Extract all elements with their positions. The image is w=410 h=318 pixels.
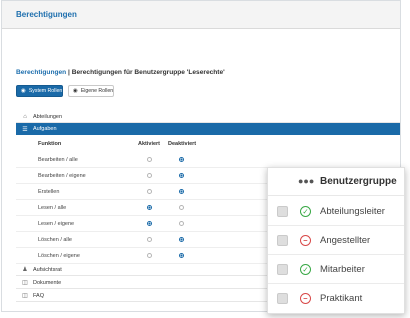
group-item[interactable]: − Angestellter xyxy=(268,226,404,255)
page-title: Berechtigungen xyxy=(16,10,77,19)
group-name: Angestellter xyxy=(320,235,371,246)
deaktiviert-radio[interactable] xyxy=(179,173,184,178)
group-item[interactable]: − Praktikant xyxy=(268,284,404,313)
table-header: Funktion Aktiviert Deaktiviert xyxy=(16,138,400,150)
group-name: Abteilungsleiter xyxy=(320,206,385,217)
overlay-header: ●●● Benutzergruppe xyxy=(268,168,404,196)
user-group-overlay: ●●● Benutzergruppe ✓ Abteilungsleiter − Ang… xyxy=(267,167,405,314)
section-label: Dokumente xyxy=(33,279,62,286)
function-label: Bearbeiten / eigene xyxy=(38,172,86,179)
aktiviert-radio[interactable] xyxy=(147,237,152,242)
building-icon: ⌂ xyxy=(23,113,27,120)
group-checkbox[interactable] xyxy=(277,264,288,275)
group-checkbox[interactable] xyxy=(277,293,288,304)
section-label: Aufgaben xyxy=(33,126,57,132)
minus-circle-icon: − xyxy=(300,293,311,304)
document-icon: ◫ xyxy=(22,293,28,299)
breadcrumb: Berechtigungen | Berechtigungen für Benu… xyxy=(16,69,225,76)
user-group-icon: ●●● xyxy=(298,176,315,186)
aktiviert-radio[interactable] xyxy=(147,189,152,194)
check-circle-icon: ✓ xyxy=(300,264,311,275)
column-funktion: Funktion xyxy=(38,141,62,147)
group-name: Mitarbeiter xyxy=(320,264,365,275)
column-deaktiviert: Deaktiviert xyxy=(168,141,197,147)
person-icon: ♟ xyxy=(22,267,28,273)
section-label: Aufsichtsrat xyxy=(33,266,62,273)
function-label: Lesen / alle xyxy=(38,204,67,211)
check-circle-icon: ✓ xyxy=(300,206,311,217)
roles-icon: ◉ xyxy=(21,88,26,94)
breadcrumb-separator: | xyxy=(68,69,70,76)
system-roles-button[interactable]: ◉ System Rollen xyxy=(16,85,63,97)
list-icon: ☰ xyxy=(22,126,28,133)
deaktiviert-radio[interactable] xyxy=(179,253,184,258)
deaktiviert-radio[interactable] xyxy=(179,237,184,242)
function-label: Bearbeiten / alle xyxy=(38,156,78,163)
own-roles-button[interactable]: ◉ Eigene Rollen xyxy=(68,85,114,97)
group-item[interactable]: ✓ Abteilungsleiter xyxy=(268,197,404,226)
group-checkbox[interactable] xyxy=(277,235,288,246)
own-roles-label: Eigene Rollen xyxy=(80,88,114,94)
deaktiviert-radio[interactable] xyxy=(179,221,184,226)
section-aufgaben[interactable]: ☰ Aufgaben xyxy=(16,123,400,135)
overlay-title: Benutzergruppe xyxy=(320,176,397,187)
aktiviert-radio[interactable] xyxy=(147,173,152,178)
function-row: Bearbeiten / alle xyxy=(16,152,400,168)
function-label: Lesen / eigene xyxy=(38,220,75,227)
function-label: Löschen / alle xyxy=(38,236,72,243)
aktiviert-radio[interactable] xyxy=(147,157,152,162)
system-roles-label: System Rollen xyxy=(28,88,63,94)
breadcrumb-current: Berechtigungen für Benutzergruppe 'Leser… xyxy=(71,69,225,76)
group-checkbox[interactable] xyxy=(277,206,288,217)
column-aktiviert: Aktiviert xyxy=(138,141,161,147)
deaktiviert-radio[interactable] xyxy=(179,205,184,210)
header-bar: Berechtigungen xyxy=(2,1,400,29)
document-icon: ◫ xyxy=(22,280,28,286)
aktiviert-radio[interactable] xyxy=(147,253,152,258)
minus-circle-icon: − xyxy=(300,235,311,246)
section-abteilungen[interactable]: ⌂ Abteilungen xyxy=(16,111,400,123)
function-label: Erstellen xyxy=(38,188,60,195)
group-item[interactable]: ✓ Mitarbeiter xyxy=(268,255,404,284)
deaktiviert-radio[interactable] xyxy=(179,157,184,162)
section-label: Abteilungen xyxy=(33,113,63,120)
aktiviert-radio[interactable] xyxy=(147,205,152,210)
breadcrumb-link[interactable]: Berechtigungen xyxy=(16,69,66,76)
aktiviert-radio[interactable] xyxy=(147,221,152,226)
group-name: Praktikant xyxy=(320,293,363,304)
user-icon: ◉ xyxy=(73,88,78,94)
deaktiviert-radio[interactable] xyxy=(179,189,184,194)
function-label: Löschen / eigene xyxy=(38,252,80,259)
section-label: FAQ xyxy=(33,292,45,299)
